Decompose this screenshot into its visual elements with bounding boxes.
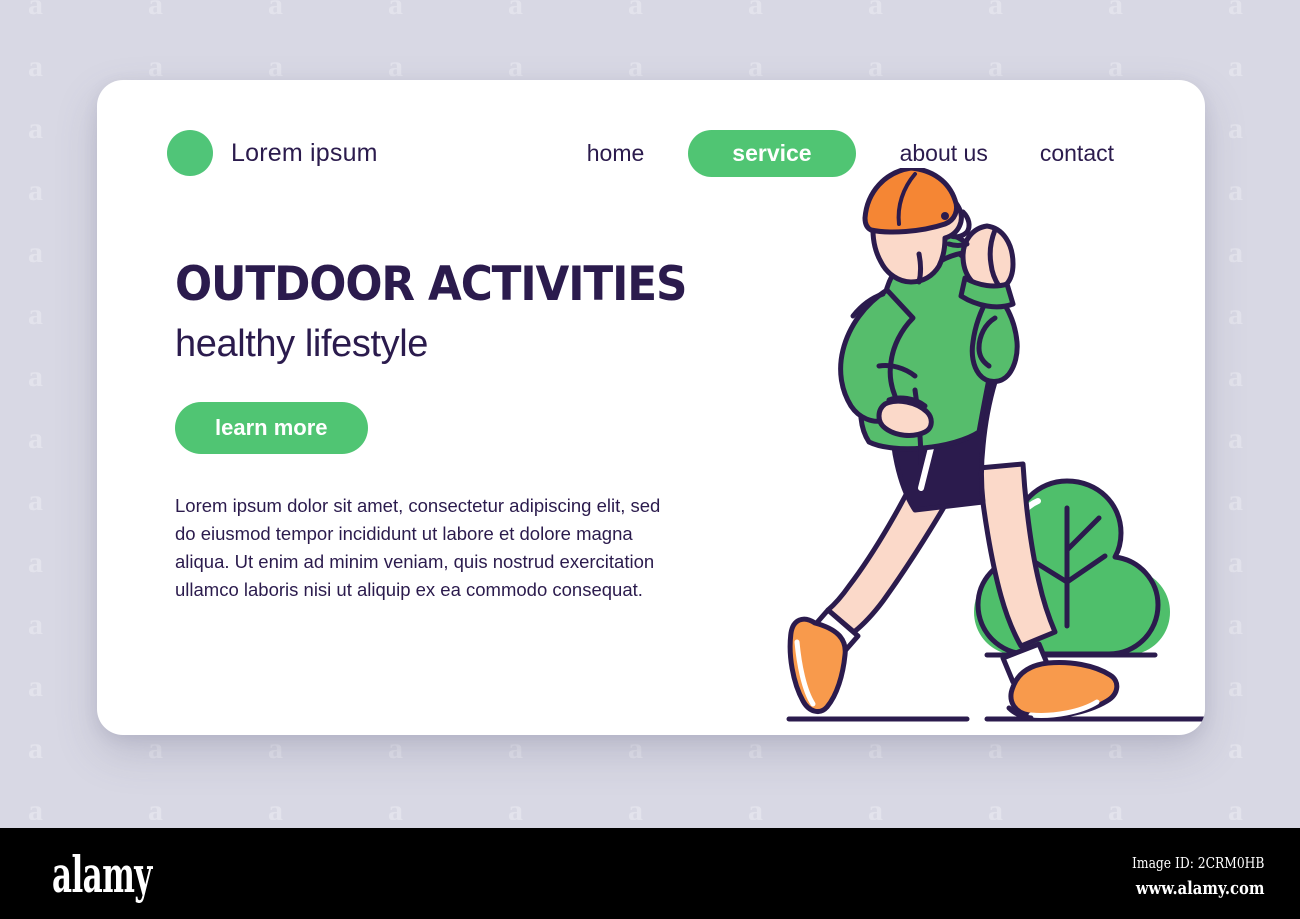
alamy-watermark-glyph: a — [628, 794, 643, 821]
footer-meta: Image ID: 2CRM0HB www.alamy.com — [1132, 852, 1264, 902]
stock-photo-canvas: aaaaaaaaaaaaaaaaaaaaaaaaaaaaaaaaaaaaaaaa… — [0, 0, 1300, 919]
alamy-watermark-glyph: a — [1228, 670, 1243, 703]
alamy-watermark-glyph: a — [28, 236, 43, 269]
alamy-watermark-glyph: a — [748, 794, 763, 821]
alamy-watermark-glyph: a — [268, 794, 283, 821]
alamy-watermark-glyph: a — [28, 112, 43, 145]
nav-link-home[interactable]: home — [561, 134, 671, 173]
alamy-watermark-glyph: a — [388, 50, 403, 83]
brand-name: Lorem ipsum — [231, 138, 378, 167]
alamy-watermark-glyph: a — [1228, 732, 1243, 765]
alamy-watermark-glyph: a — [628, 0, 643, 21]
alamy-watermark-glyph: a — [268, 0, 283, 21]
alamy-watermark-glyph: a — [28, 546, 43, 579]
alamy-watermark-glyph: a — [1228, 174, 1243, 207]
alamy-watermark-glyph: a — [1228, 484, 1243, 517]
alamy-watermark-glyph: a — [988, 0, 1003, 21]
alamy-watermark-glyph: a — [1228, 608, 1243, 641]
alamy-watermark-glyph: a — [748, 0, 763, 21]
alamy-watermark-glyph: a — [1108, 732, 1123, 765]
landing-page-card: Lorem ipsum home service about us contac… — [97, 80, 1205, 735]
alamy-watermark-glyph: a — [388, 794, 403, 821]
alamy-watermark-glyph: a — [748, 50, 763, 83]
alamy-watermark-glyph: a — [1228, 298, 1243, 331]
alamy-watermark-glyph: a — [148, 794, 163, 821]
alamy-logo: alamy — [52, 845, 152, 904]
alamy-watermark-glyph: a — [868, 732, 883, 765]
alamy-watermark-glyph: a — [988, 732, 1003, 765]
alamy-footer: alamy Image ID: 2CRM0HB www.alamy.com — [0, 828, 1300, 919]
alamy-watermark-glyph: a — [868, 794, 883, 821]
alamy-watermark-glyph: a — [1108, 50, 1123, 83]
alamy-watermark-glyph: a — [148, 50, 163, 83]
alamy-watermark-glyph: a — [748, 732, 763, 765]
alamy-watermark-glyph: a — [1228, 422, 1243, 455]
alamy-watermark-glyph: a — [508, 50, 523, 83]
alamy-watermark-glyph: a — [28, 298, 43, 331]
alamy-watermark-glyph: a — [148, 0, 163, 21]
alamy-watermark-glyph: a — [1228, 546, 1243, 579]
alamy-watermark-glyph: a — [28, 0, 43, 21]
alamy-watermark-glyph: a — [868, 0, 883, 21]
image-id-label: Image ID: 2CRM0HB — [1131, 854, 1264, 872]
alamy-watermark-glyph: a — [1228, 0, 1243, 21]
alamy-watermark-glyph: a — [628, 732, 643, 765]
alamy-watermark-glyph: a — [388, 732, 403, 765]
alamy-url: www.alamy.com — [1135, 877, 1264, 899]
front-fist — [958, 223, 1016, 310]
alamy-watermark-glyph: a — [28, 174, 43, 207]
alamy-watermark-glyph: a — [148, 732, 163, 765]
alamy-watermark-glyph: a — [628, 50, 643, 83]
alamy-watermark-glyph: a — [268, 732, 283, 765]
alamy-watermark-glyph: a — [28, 670, 43, 703]
alamy-watermark-glyph: a — [508, 794, 523, 821]
alamy-watermark-glyph: a — [508, 732, 523, 765]
alamy-watermark-glyph: a — [1228, 794, 1243, 821]
alamy-watermark-glyph: a — [28, 422, 43, 455]
hero-body-text: Lorem ipsum dolor sit amet, consectetur … — [175, 495, 661, 600]
alamy-watermark-glyph: a — [388, 0, 403, 21]
alamy-watermark-glyph: a — [1108, 0, 1123, 21]
alamy-watermark-glyph: a — [868, 50, 883, 83]
green-circle-icon — [167, 130, 213, 176]
alamy-watermark-glyph: a — [28, 732, 43, 765]
alamy-watermark-glyph: a — [28, 484, 43, 517]
alamy-watermark-glyph: a — [988, 794, 1003, 821]
hero-section: OUTDOOR ACTIVITIES healthy lifestyle lea… — [175, 260, 715, 603]
running-man-illustration — [657, 168, 1205, 722]
alamy-watermark-glyph: a — [1228, 50, 1243, 83]
alamy-watermark-glyph: a — [1228, 112, 1243, 145]
brand-logo[interactable]: Lorem ipsum — [167, 130, 378, 176]
alamy-watermark-glyph: a — [1228, 236, 1243, 269]
alamy-watermark-glyph: a — [1228, 360, 1243, 393]
learn-more-button[interactable]: learn more — [175, 402, 368, 455]
alamy-watermark-glyph: a — [28, 794, 43, 821]
alamy-watermark-glyph: a — [988, 50, 1003, 83]
alamy-watermark-glyph: a — [268, 50, 283, 83]
alamy-watermark-glyph: a — [1108, 794, 1123, 821]
alamy-watermark-glyph: a — [28, 50, 43, 83]
page-title: OUTDOOR ACTIVITIES — [175, 257, 687, 312]
alamy-watermark-glyph: a — [28, 360, 43, 393]
footer-divider — [0, 820, 1300, 828]
page-subtitle: healthy lifestyle — [175, 323, 429, 366]
alamy-watermark-glyph: a — [28, 608, 43, 641]
alamy-watermark-glyph: a — [508, 0, 523, 21]
